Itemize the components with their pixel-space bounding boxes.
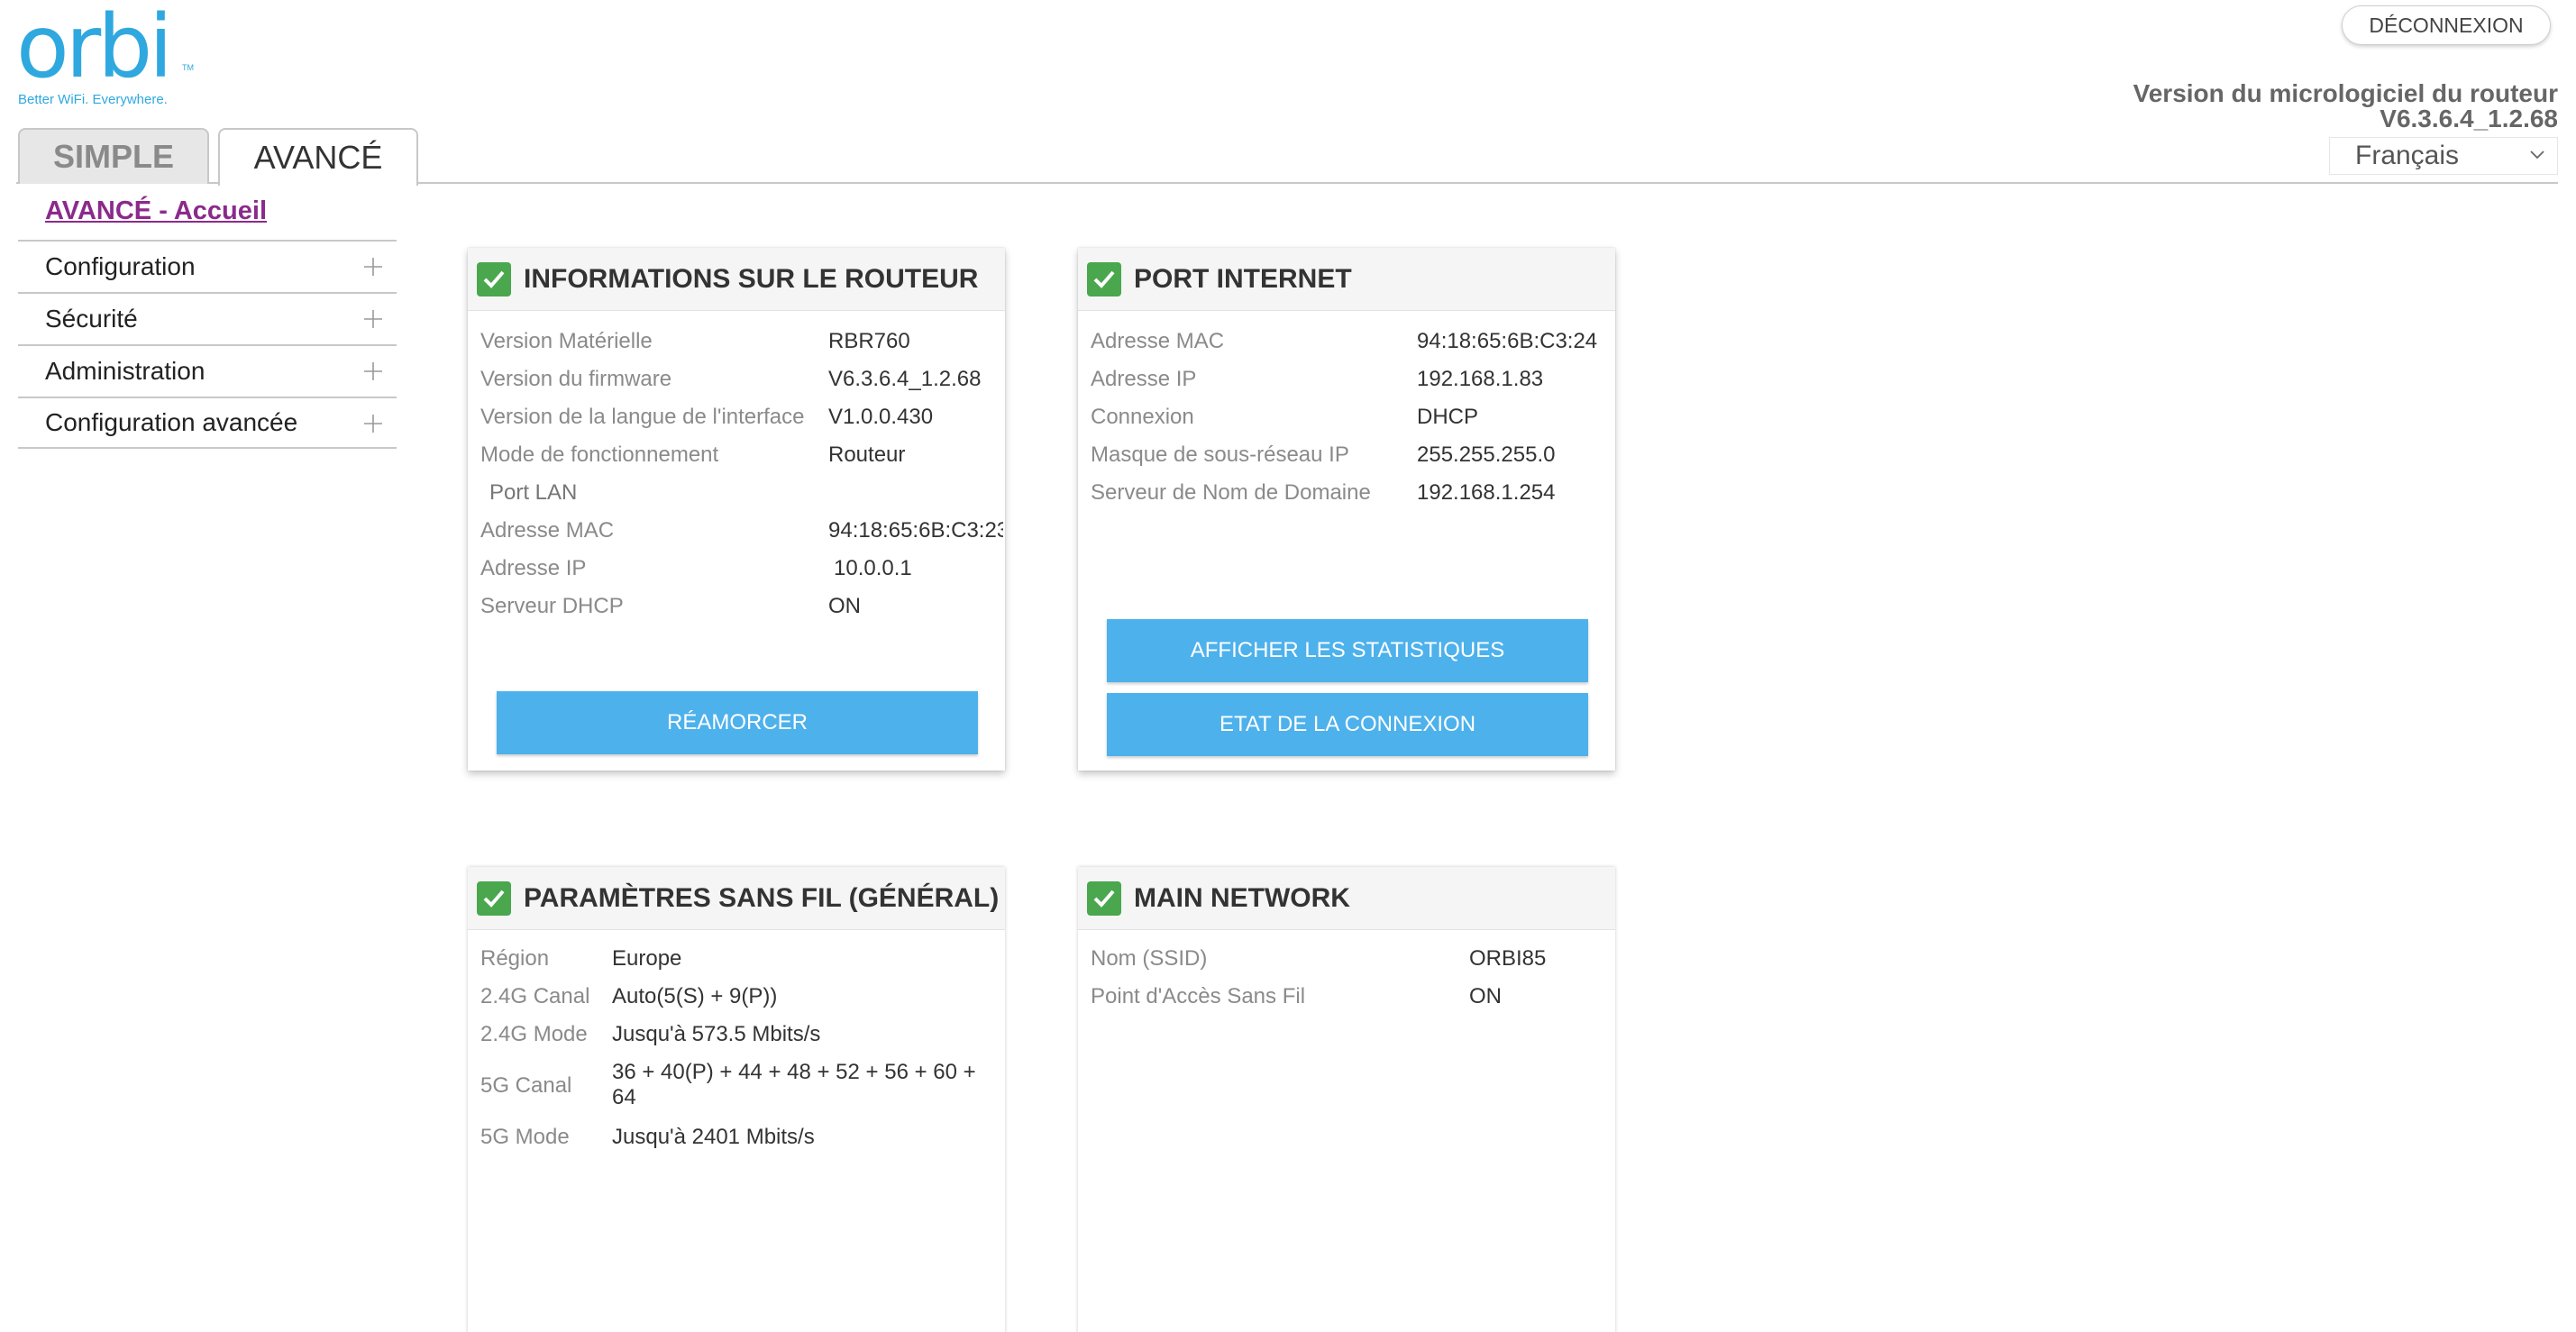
sidebar-menu: Configuration Sécurité Administration Co… <box>18 240 397 449</box>
language-select[interactable]: Français <box>2329 137 2558 175</box>
row-label: 2.4G Mode <box>480 1022 588 1046</box>
row-label: Mode de fonctionnement <box>480 442 719 467</box>
row-label: Région <box>480 946 550 971</box>
row-value: 94:18:65:6B:C3:24 <box>1417 329 1598 353</box>
tab-simple[interactable]: SIMPLE <box>18 128 209 184</box>
row-value: ON <box>828 594 861 618</box>
row-value: 192.168.1.254 <box>1417 480 1556 505</box>
sidebar-item-security[interactable]: Sécurité <box>18 292 397 344</box>
row-value: 36 + 40(P) + 44 + 48 + 52 + 56 + 60 + <box>612 1060 976 1084</box>
sidebar-item-label: Administration <box>45 357 206 385</box>
logo-wordmark: orbi <box>16 0 173 97</box>
row-value: 94:18:65:6B:C3:23 <box>828 518 1003 543</box>
wireless-settings-card: PARAMÈTRES SANS FIL (GÉNÉRAL) Région Eur… <box>468 867 1005 1332</box>
plus-icon <box>364 258 382 276</box>
chevron-down-icon <box>2530 151 2544 160</box>
row-value: V6.3.6.4_1.2.68 <box>828 367 982 391</box>
reboot-button[interactable]: RÉAMORCER <box>497 691 978 754</box>
internet-port-card: PORT INTERNET Adresse MAC 94:18:65:6B:C3… <box>1078 248 1615 771</box>
row-label: Adresse IP <box>1091 367 1197 391</box>
row-label: Adresse IP <box>480 556 587 580</box>
logo-tagline: Better WiFi. Everywhere. <box>18 92 168 107</box>
card-header: PORT INTERNET <box>1078 248 1615 311</box>
check-icon <box>477 880 511 916</box>
row-value: 192.168.1.83 <box>1417 367 1544 391</box>
row-value: 10.0.0.1 <box>834 556 912 580</box>
plus-icon <box>364 362 382 380</box>
lan-port-heading: Port LAN <box>489 480 578 505</box>
sidebar-item-advanced-config[interactable]: Configuration avancée <box>18 397 397 449</box>
row-label: Masque de sous-réseau IP <box>1091 442 1349 467</box>
row-label: 2.4G Canal <box>480 984 590 1008</box>
row-value: Europe <box>612 946 682 971</box>
sidebar-home-link[interactable]: AVANCÉ - Accueil <box>45 196 267 226</box>
tab-advanced[interactable]: AVANCÉ <box>218 128 418 186</box>
row-label: Connexion <box>1091 405 1194 429</box>
show-statistics-button[interactable]: AFFICHER LES STATISTIQUES <box>1107 619 1588 682</box>
row-label: Version du firmware <box>480 367 672 391</box>
logout-button[interactable]: DÉCONNEXION <box>2342 5 2551 45</box>
row-label: 5G Mode <box>480 1125 570 1149</box>
row-value: RBR760 <box>828 329 910 353</box>
row-value: V1.0.0.430 <box>828 405 934 429</box>
row-label: Point d'Accès Sans Fil <box>1091 984 1306 1008</box>
sidebar-item-configuration[interactable]: Configuration <box>18 240 397 292</box>
row-value: DHCP <box>1417 405 1479 429</box>
row-label: Serveur de Nom de Domaine <box>1091 480 1371 505</box>
row-value: Routeur <box>828 442 906 467</box>
row-value: Jusqu'à 2401 Mbits/s <box>612 1125 815 1149</box>
row-label: Adresse MAC <box>1091 329 1225 353</box>
plus-icon <box>364 310 382 328</box>
card-title: PARAMÈTRES SANS FIL (GÉNÉRAL) <box>524 882 1000 913</box>
orbi-logo: orbi TM Better WiFi. Everywhere. <box>16 4 196 112</box>
check-icon <box>1087 261 1121 297</box>
row-value: Auto(5(S) + 9(P)) <box>612 984 778 1008</box>
logo-trademark: TM <box>182 63 194 72</box>
connection-status-button[interactable]: ETAT DE LA CONNEXION <box>1107 693 1588 756</box>
row-value: Jusqu'à 573.5 Mbits/s <box>612 1022 821 1046</box>
row-label: Version de la langue de l'interface <box>480 405 805 429</box>
row-label: Version Matérielle <box>480 329 653 353</box>
check-icon <box>1087 880 1121 916</box>
sidebar-item-administration[interactable]: Administration <box>18 344 397 397</box>
row-value-continued: 64 <box>612 1085 636 1109</box>
row-value: ORBI85 <box>1469 946 1547 971</box>
card-title: PORT INTERNET <box>1134 263 1352 294</box>
firmware-version-value: V6.3.6.4_1.2.68 <box>2380 105 2558 132</box>
card-header: INFORMATIONS SUR LE ROUTEUR <box>468 248 1005 311</box>
card-header: PARAMÈTRES SANS FIL (GÉNÉRAL) <box>468 867 1005 930</box>
sidebar-item-label: Sécurité <box>45 305 138 333</box>
row-label: Serveur DHCP <box>480 594 624 618</box>
card-header: MAIN NETWORK <box>1078 867 1615 930</box>
plus-icon <box>364 415 382 433</box>
check-icon <box>477 261 511 297</box>
router-info-card: INFORMATIONS SUR LE ROUTEUR Version Maté… <box>468 248 1005 771</box>
card-title: MAIN NETWORK <box>1134 882 1350 913</box>
row-label: Nom (SSID) <box>1091 946 1208 971</box>
language-select-value: Français <box>2355 141 2460 170</box>
card-title: INFORMATIONS SUR LE ROUTEUR <box>524 263 979 294</box>
row-label: 5G Canal <box>480 1073 572 1098</box>
main-network-card: MAIN NETWORK Nom (SSID) ORBI85 Point d'A… <box>1078 867 1615 1332</box>
row-value: 255.255.255.0 <box>1417 442 1556 467</box>
row-label: Adresse MAC <box>480 518 615 543</box>
row-value: ON <box>1469 984 1502 1008</box>
sidebar-item-label: Configuration avancée <box>45 408 298 436</box>
sidebar-item-label: Configuration <box>45 252 196 280</box>
